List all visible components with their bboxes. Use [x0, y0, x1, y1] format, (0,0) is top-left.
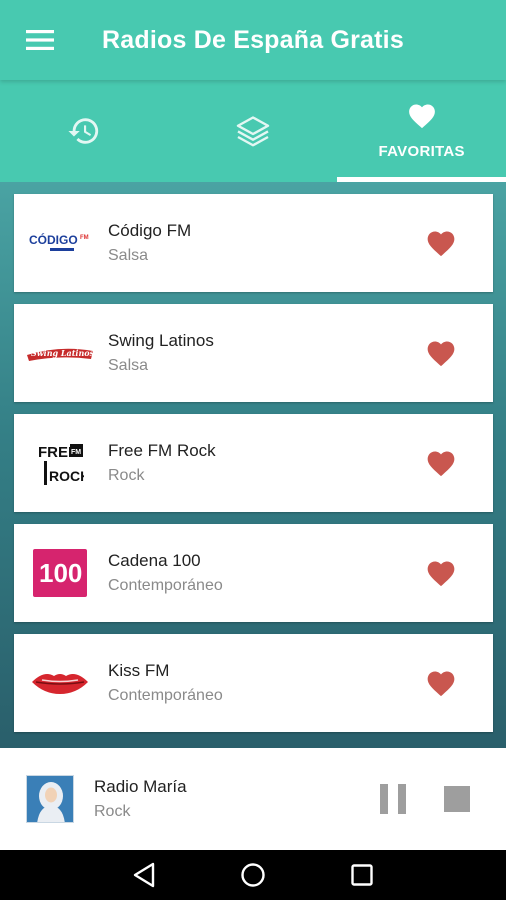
- system-nav-bar: [0, 850, 506, 900]
- hamburger-menu-icon: [26, 30, 54, 50]
- cadena-100-logo: 100: [14, 543, 106, 603]
- now-playing-bar[interactable]: Radio María Rock: [0, 748, 506, 850]
- heart-icon: [427, 561, 455, 587]
- heart-icon: [427, 451, 455, 477]
- pause-icon: [380, 784, 406, 814]
- tab-history[interactable]: [0, 80, 169, 182]
- tab-bar: FAVORITAS: [0, 80, 506, 182]
- codigo-fm-logo-text: CÓDIGO: [29, 232, 78, 247]
- recents-square-icon: [350, 864, 373, 886]
- station-name: Código FM: [108, 221, 192, 240]
- pause-button[interactable]: [366, 772, 420, 826]
- free-fm-logo-fm: FM: [71, 449, 81, 456]
- tab-favoritas-label: FAVORITAS: [378, 143, 465, 160]
- kiss-fm-logo: [14, 653, 106, 713]
- station-genre: Contemporáneo: [108, 687, 223, 704]
- station-name: Kiss FM: [108, 661, 170, 680]
- favorite-button[interactable]: [413, 655, 469, 711]
- station-name: Cadena 100: [108, 551, 201, 570]
- menu-button[interactable]: [0, 0, 80, 80]
- now-playing-artwork: [26, 775, 74, 823]
- tab-favoritas[interactable]: FAVORITAS: [337, 80, 506, 182]
- station-genre: Salsa: [108, 247, 149, 264]
- favorite-button[interactable]: [413, 545, 469, 601]
- codigo-fm-logo: CÓDIGO FM: [14, 213, 106, 273]
- favorite-button[interactable]: [413, 215, 469, 271]
- recents-button[interactable]: [337, 850, 387, 900]
- app-title: Radios De España Gratis: [102, 25, 404, 54]
- favorite-button[interactable]: [413, 325, 469, 381]
- station-genre: Rock: [108, 467, 145, 484]
- home-circle-icon: [241, 863, 265, 887]
- active-tab-indicator: [337, 177, 506, 182]
- heart-icon: [427, 671, 455, 697]
- swing-latinos-logo: Swing Latinos: [14, 323, 106, 383]
- heart-icon: [427, 231, 455, 257]
- now-playing-genre: Rock: [94, 803, 131, 820]
- station-name: Free FM Rock: [108, 441, 216, 460]
- now-playing-title: Radio María: [94, 777, 187, 796]
- tab-categories[interactable]: [169, 80, 338, 182]
- favorites-list: CÓDIGO FM Código FM Salsa Swing Latinos …: [0, 182, 506, 748]
- station-card[interactable]: FREE FM ROCK Free FM Rock Rock: [14, 414, 493, 512]
- station-genre: Contemporáneo: [108, 577, 223, 594]
- favorite-button[interactable]: [413, 435, 469, 491]
- layers-icon: [236, 116, 270, 147]
- heart-icon: [408, 104, 435, 129]
- station-genre: Salsa: [108, 357, 149, 374]
- station-card[interactable]: CÓDIGO FM Código FM Salsa: [14, 194, 493, 292]
- home-button[interactable]: [228, 850, 278, 900]
- cadena-100-logo-text: 100: [39, 558, 82, 588]
- app-bar: Radios De España Gratis: [0, 0, 506, 80]
- station-card[interactable]: Kiss FM Contemporáneo: [14, 634, 493, 732]
- free-fm-rock-logo: FREE FM ROCK: [14, 433, 106, 493]
- back-button[interactable]: [119, 850, 169, 900]
- back-triangle-icon: [134, 862, 155, 888]
- station-card[interactable]: 100 Cadena 100 Contemporáneo: [14, 524, 493, 622]
- free-fm-logo-rock: ROCK: [49, 468, 84, 484]
- stop-icon: [444, 786, 470, 812]
- swing-latinos-logo-text: Swing Latinos: [31, 348, 95, 358]
- station-card[interactable]: Swing Latinos Swing Latinos Salsa: [14, 304, 493, 402]
- stop-button[interactable]: [430, 772, 484, 826]
- station-name: Swing Latinos: [108, 331, 214, 350]
- history-icon: [68, 118, 99, 144]
- heart-icon: [427, 341, 455, 367]
- codigo-fm-logo-fm: FM: [80, 235, 89, 241]
